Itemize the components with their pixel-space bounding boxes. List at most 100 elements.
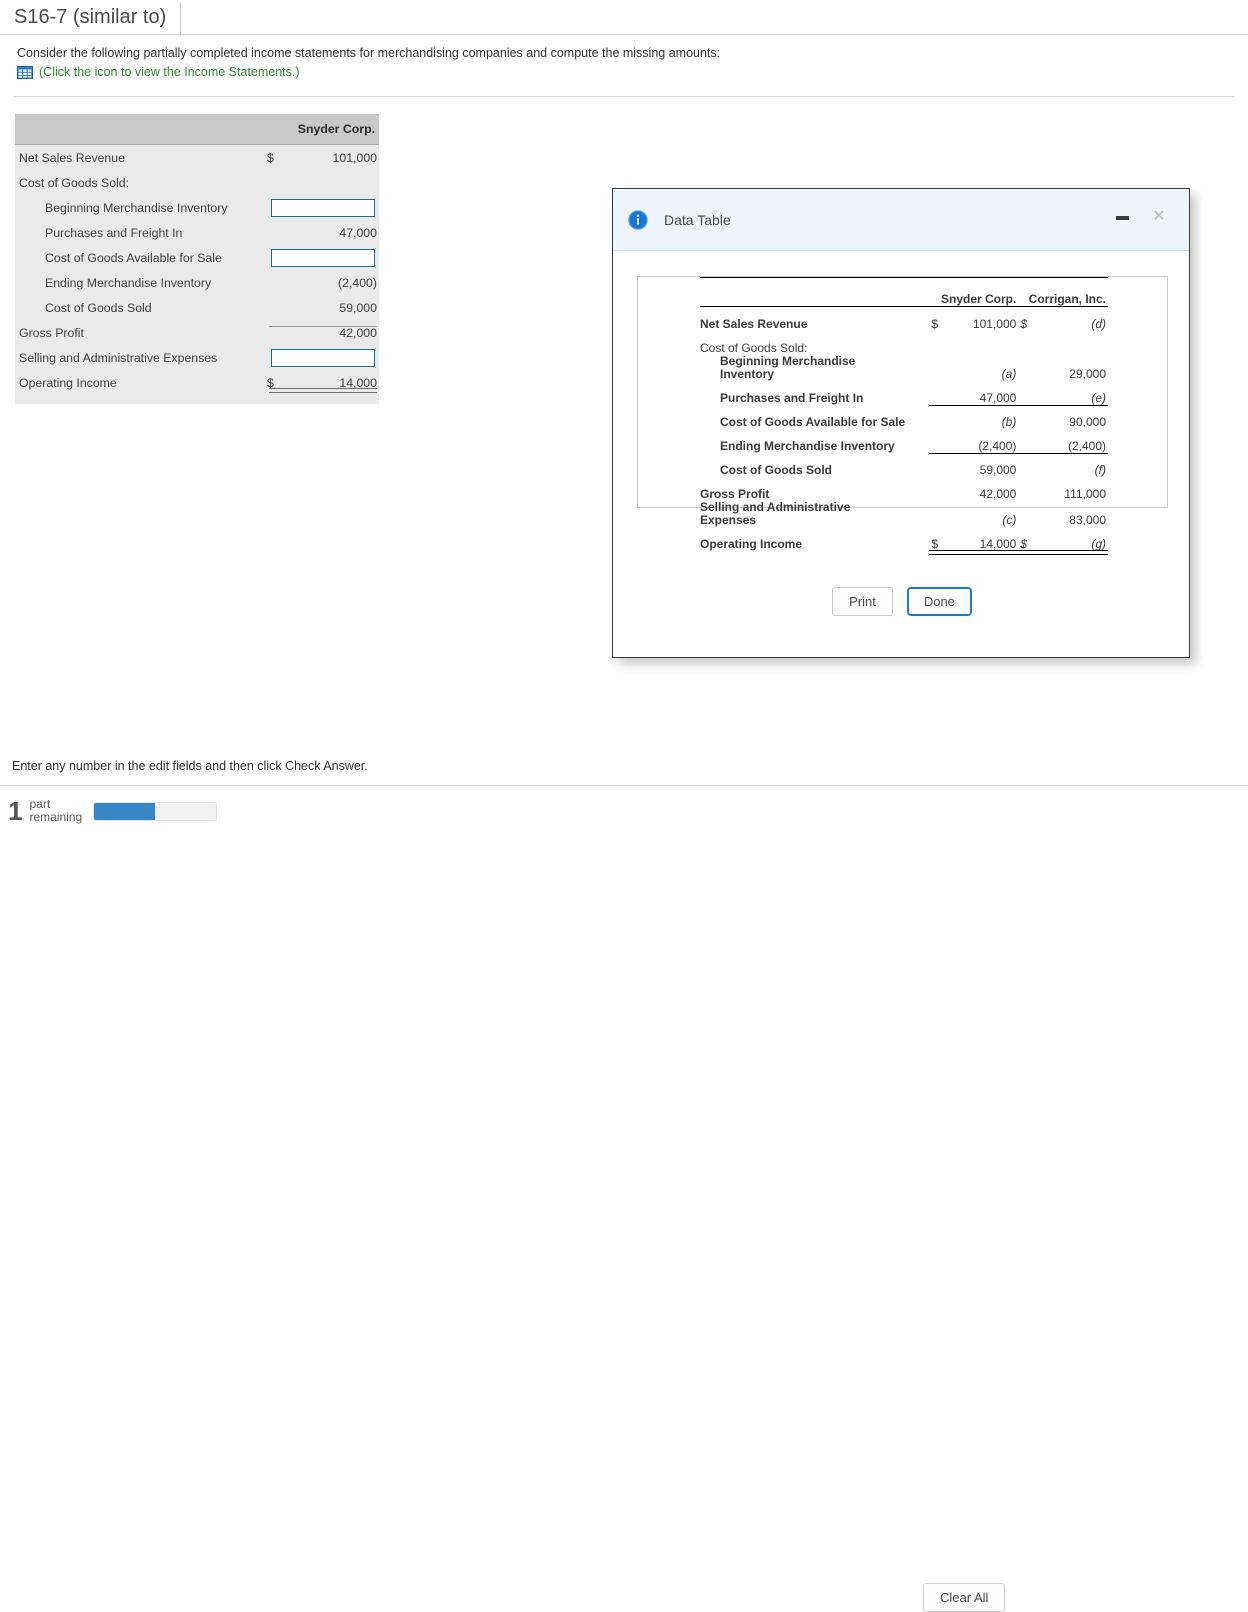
worksheet-answer-input[interactable] [271, 348, 375, 367]
info-circle-icon [628, 209, 648, 230]
worksheet-row-amount [267, 198, 379, 217]
table-cell-value: 111,000 [1064, 487, 1106, 501]
currency-symbol: $ [931, 537, 939, 551]
table-row: Cost of Goods Available for Sale (b) 90,00… [700, 405, 1108, 429]
problem-statement: Consider the following partially complet… [17, 46, 721, 60]
table-cell-corrigan: $ (d) [1018, 307, 1108, 331]
table-cell-snyder [929, 331, 1018, 355]
table-cell-value: 42,000 [979, 487, 1017, 501]
currency-symbol: $ [267, 150, 274, 165]
table-cell-snyder: 59,000 [929, 453, 1018, 477]
worksheet-answer-input[interactable] [271, 248, 375, 267]
content-divider [14, 96, 1234, 97]
table-row-label: Selling and Administrative Expenses [700, 500, 851, 527]
worksheet-row-label: Net Sales Revenue [19, 150, 125, 165]
worksheet-row-amount: $101,000 [267, 151, 379, 165]
table-row: Cost of Goods Sold: [700, 331, 1108, 355]
minimize-icon[interactable] [1116, 216, 1129, 220]
worksheet-row-amount: 42,000 [267, 325, 379, 340]
dialog-table-frame: Snyder Corp. Corrigan, Inc. Net Sales Reve… [637, 276, 1168, 555]
worksheet-row: Net Sales Revenue $101,000 [15, 145, 379, 170]
table-grid-icon[interactable] [17, 65, 33, 79]
table-cell-snyder: 42,000 [929, 477, 1018, 501]
worksheet-row-label: Ending Merchandise Inventory [45, 275, 212, 290]
worksheet-row: Cost of Goods Sold: [15, 170, 379, 195]
worksheet-row-value: 101,000 [332, 150, 377, 165]
table-top-rule [700, 277, 1108, 286]
table-row: Beginning Merchandise Inventory (a) 29,000 [700, 354, 1108, 382]
table-cell-corrigan: 111,000 [1018, 477, 1108, 501]
table-cell-corrigan: (2,400) [1018, 429, 1108, 454]
table-cell-value: (g) [1091, 537, 1106, 551]
worksheet-row: Ending Merchandise Inventory (2,400) [15, 270, 379, 295]
worksheet-row-label: Cost of Goods Sold [45, 300, 152, 315]
table-row-label: Ending Merchandise Inventory [720, 439, 895, 453]
clear-all-wrapper: Clear All [923, 1583, 1006, 1612]
table-cell-snyder: 47,000 [929, 381, 1019, 406]
worksheet-row-amount: (2,400) [267, 276, 379, 290]
done-button[interactable]: Done [906, 587, 972, 616]
table-cell-snyder: (a) [929, 355, 1018, 381]
worksheet-row: Cost of Goods Available for Sale [15, 245, 379, 270]
table-cell-value: 83,000 [1069, 513, 1106, 527]
parts-remaining-label-line2: remaining [29, 810, 83, 824]
worksheet-row: Beginning Merchandise Inventory [15, 195, 379, 220]
table-cell-corrigan: $ (g) [1018, 527, 1108, 555]
parts-remaining: 1 part remaining [8, 796, 218, 826]
table-cell-value: 47,000 [979, 391, 1017, 405]
worksheet-row-value: 47,000 [339, 225, 377, 240]
table-cell-value: (2,400) [978, 439, 1017, 453]
table-header-blank [700, 286, 930, 307]
data-table-link-text[interactable]: (Click the icon to view the Income State… [39, 65, 300, 79]
worksheet-row-value: (2,400) [338, 275, 377, 290]
worksheet-answer-input[interactable] [271, 198, 375, 217]
currency-symbol: $ [1020, 537, 1028, 551]
table-row-label: Purchases and Freight In [720, 391, 864, 405]
table-row-label: Operating Income [700, 537, 803, 551]
table-cell-value: (b) [1001, 415, 1017, 429]
worksheet-row: Selling and Administrative Expenses [15, 345, 379, 370]
table-cell-snyder: $14,000 [929, 527, 1019, 555]
table-row: Net Sales Revenue $101,000 $ (d) [700, 307, 1108, 331]
table-header-row: Snyder Corp. Corrigan, Inc. [700, 286, 1108, 307]
prompt-area: Consider the following partially complet… [0, 36, 1248, 94]
worksheet-row-value: 59,000 [339, 300, 377, 315]
table-cell-corrigan: (e) [1018, 381, 1108, 406]
close-icon[interactable]: ✕ [1149, 205, 1169, 229]
table-row-label: Beginning Merchandise Inventory [720, 354, 856, 381]
progress-bar-fill [94, 802, 156, 820]
title-bar: S16-7 (similar to) [0, 0, 1248, 35]
dialog-header: Data Table ✕ [613, 189, 1189, 251]
parts-remaining-count: 1 [8, 796, 23, 826]
exercise-title-tab[interactable]: S16-7 (similar to) [14, 2, 182, 34]
parts-remaining-label-line1: part [29, 797, 51, 811]
worksheet-row-amount: 47,000 [267, 226, 379, 240]
worksheet-row-label: Purchases and Freight In [45, 225, 183, 240]
dialog-button-row: Print Done [613, 587, 1191, 616]
data-table-link[interactable]: (Click the icon to view the Income State… [17, 65, 300, 79]
currency-symbol: $ [267, 375, 274, 390]
worksheet-row-amount [267, 348, 379, 367]
worksheet-row-amount [267, 248, 379, 267]
table-row: Gross Profit 42,000 111,000 [700, 477, 1108, 501]
income-statement-table: Snyder Corp. Corrigan, Inc. Net Sales Reve… [700, 277, 1108, 555]
worksheet-row-label: Cost of Goods Available for Sale [45, 250, 222, 265]
clear-all-button[interactable]: Clear All [923, 1583, 1006, 1612]
table-row: Purchases and Freight In 47,000 (e) [700, 381, 1108, 406]
currency-symbol: $ [1020, 317, 1028, 331]
parts-remaining-label: part remaining [29, 798, 82, 824]
table-cell-value: 90,000 [1069, 415, 1106, 429]
dialog-title: Data Table [664, 211, 731, 228]
worksheet-row: Cost of Goods Sold 59,000 [15, 295, 379, 320]
table-row-label: Cost of Goods Sold [720, 463, 832, 477]
worksheet-header-row: Snyder Corp. [15, 114, 379, 145]
worksheet-bottom-pad [15, 395, 379, 404]
table-cell-corrigan: 29,000 [1018, 355, 1108, 381]
table-cell-corrigan: 83,000 [1018, 501, 1108, 527]
worksheet-row-amount: 59,000 [267, 301, 379, 315]
worksheet-row-label: Operating Income [19, 375, 117, 390]
print-button[interactable]: Print [832, 587, 893, 616]
table-cell-snyder: $101,000 [929, 307, 1018, 331]
worksheet-row: Purchases and Freight In 47,000 [15, 220, 379, 245]
table-cell-value: (c) [1002, 513, 1017, 527]
